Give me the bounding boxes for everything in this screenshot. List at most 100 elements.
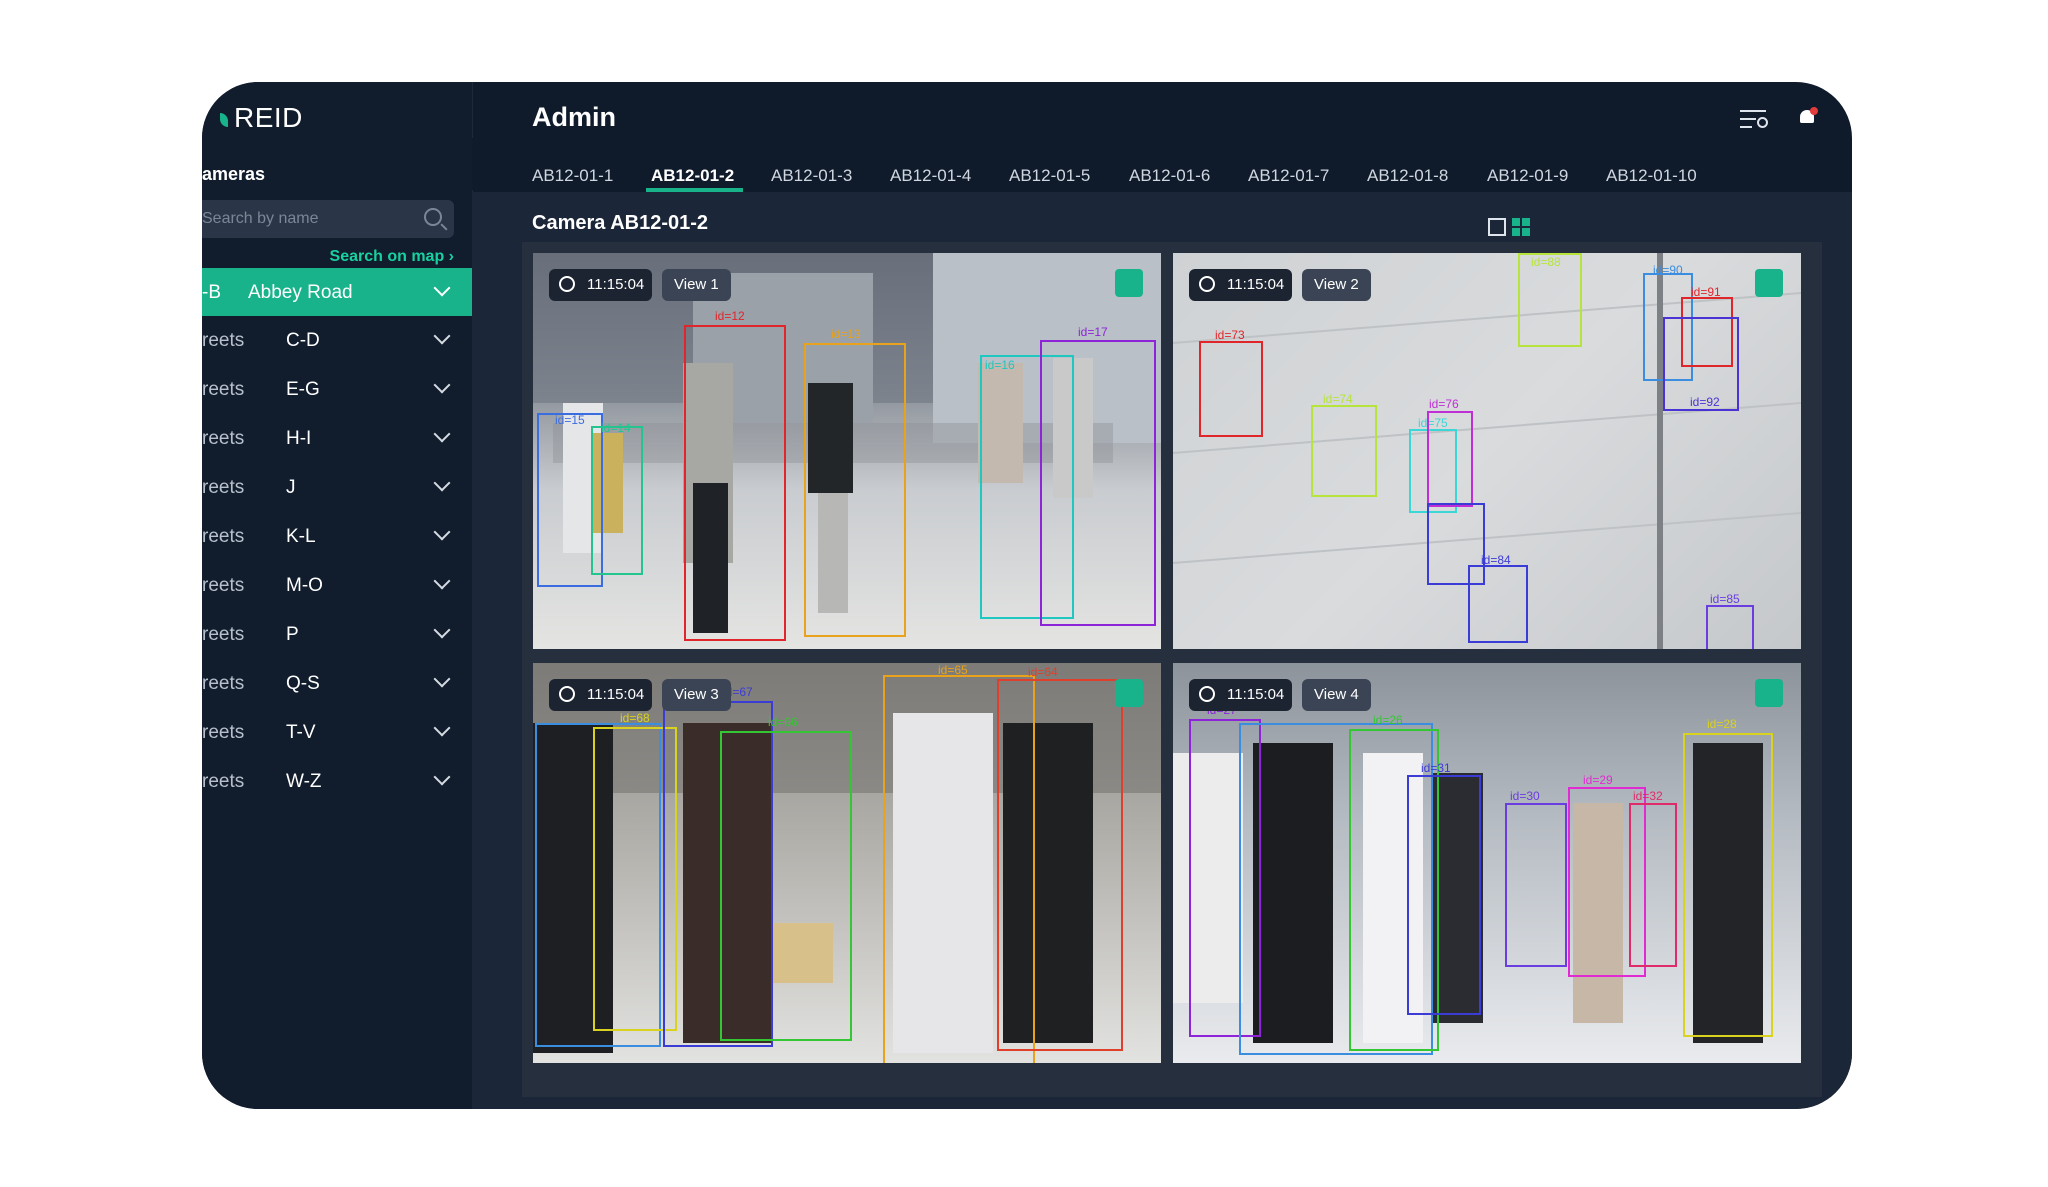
search-on-map-link[interactable]: Search on map › (330, 248, 454, 266)
bbox-label: id=84 (1481, 553, 1511, 567)
tab-ab12-01-9[interactable]: AB12-01-9 (1487, 166, 1568, 186)
expand-icon[interactable] (1488, 218, 1506, 236)
sidebar-item-p[interactable]: reets P (202, 610, 472, 658)
bbox-label: id=15 (555, 413, 585, 427)
chevron-down-icon[interactable] (433, 327, 451, 345)
region-name: E-G (286, 379, 320, 400)
tab-ab12-01-10[interactable]: AB12-01-10 (1606, 166, 1697, 186)
share-icon[interactable] (1755, 269, 1783, 297)
camera-view-1[interactable]: id=12 id=13 id=16 id=17 id=15 id=14 11:1… (533, 253, 1161, 649)
region-name: K-L (286, 526, 316, 547)
sidebar-item-w-z[interactable]: reets W-Z (202, 757, 472, 805)
chevron-down-icon[interactable] (433, 474, 451, 492)
bbox-label: id=90 (1653, 263, 1683, 277)
chevron-right-icon: › (448, 248, 454, 265)
logo: REID (220, 102, 303, 134)
camera-title: Camera AB12-01-2 (532, 212, 709, 234)
timestamp: 11:15:04 (1189, 269, 1293, 301)
region-name: J (286, 477, 296, 498)
notification-dot (1810, 107, 1818, 115)
region-prefix: reets (202, 575, 245, 596)
share-icon[interactable] (1115, 269, 1143, 297)
tab-ab12-01-4[interactable]: AB12-01-4 (890, 166, 971, 186)
region-prefix: reets (202, 379, 245, 400)
bbox-label: id=14 (601, 421, 631, 435)
bbox-id-85 (1706, 605, 1754, 649)
bbox-label: id=91 (1691, 285, 1721, 299)
chevron-down-icon[interactable] (433, 523, 451, 541)
region-prefix: reets (202, 673, 245, 694)
chevron-down-icon[interactable] (433, 572, 451, 590)
bbox-id-13 (804, 343, 906, 637)
bbox-label: id=26 (1373, 713, 1403, 727)
camera-view-3[interactable]: id=68 id=67 id=66 id=65 id=64 11:15:04 V… (533, 663, 1161, 1063)
bbox-label: id=32 (1633, 789, 1663, 803)
filter-menu-icon[interactable] (1740, 108, 1768, 130)
timestamp: 11:15:04 (1189, 679, 1293, 711)
bbox-label: id=66 (768, 715, 798, 729)
view-label: View 1 (662, 269, 731, 301)
bbox-label: id=73 (1215, 328, 1245, 342)
tab-ab12-01-1[interactable]: AB12-01-1 (532, 166, 613, 186)
sidebar-item-q-s[interactable]: reets Q-S (202, 659, 472, 707)
bbox-id-30 (1505, 803, 1567, 967)
chevron-down-icon[interactable] (433, 719, 451, 737)
region-prefix: reets (202, 722, 245, 743)
tab-ab12-01-6[interactable]: AB12-01-6 (1129, 166, 1210, 186)
camera-tabs: AB12-01-1 AB12-01-2 AB12-01-3 AB12-01-4 … (472, 138, 1852, 190)
chevron-down-icon[interactable] (433, 670, 451, 688)
chevron-down-icon[interactable] (433, 425, 451, 443)
tab-ab12-01-2[interactable]: AB12-01-2 (651, 166, 734, 186)
page-title: Admin (532, 102, 616, 132)
camera-views-panel: id=12 id=13 id=16 id=17 id=15 id=14 11:1… (522, 242, 1822, 1097)
region-prefix: reets (202, 526, 245, 547)
bbox-label: id=88 (1531, 255, 1561, 269)
region-name: C-D (286, 330, 320, 351)
bbox-label: id=17 (1078, 325, 1108, 339)
timestamp: 11:15:04 (549, 269, 653, 301)
sidebar-item-e-g[interactable]: reets E-G (202, 365, 472, 413)
bbox-label: id=85 (1710, 592, 1740, 606)
sidebar-item-c-d[interactable]: reets C-D (202, 316, 472, 364)
camera-view-4[interactable]: id=27 id=26 id=31 id=30 id=29 id=32 id=2… (1173, 663, 1801, 1063)
sidebar-item-t-v[interactable]: reets T-V (202, 708, 472, 756)
bbox-label: id=74 (1323, 392, 1353, 406)
bbox-label: id=30 (1510, 789, 1540, 803)
chevron-down-icon[interactable] (433, 376, 451, 394)
search-icon[interactable] (424, 208, 442, 226)
bbox-id-17 (1040, 340, 1156, 626)
bbox-label: id=68 (620, 711, 650, 725)
tab-ab12-01-3[interactable]: AB12-01-3 (771, 166, 852, 186)
tab-ab12-01-5[interactable]: AB12-01-5 (1009, 166, 1090, 186)
bbox-label: id=92 (1690, 395, 1720, 409)
grid-view-icon[interactable] (1512, 218, 1530, 236)
sidebar-item-k-l[interactable]: reets K-L (202, 512, 472, 560)
sidebar-item-j[interactable]: reets J (202, 463, 472, 511)
chevron-down-icon[interactable] (433, 279, 451, 297)
main-content: Camera AB12-01-2 id=12 id=13 id=16 id=17… (472, 192, 1852, 1109)
map-link-label: Search on map (329, 248, 445, 265)
chevron-down-icon[interactable] (433, 768, 451, 786)
camera-view-2[interactable]: id=73 id=74 id=75 id=76 id=84 id=85 id=8… (1173, 253, 1801, 649)
bbox-id-74 (1311, 405, 1377, 497)
bbox-id-84 (1468, 565, 1528, 643)
chevron-down-icon[interactable] (433, 621, 451, 639)
app-name: REID (234, 102, 303, 133)
tab-ab12-01-8[interactable]: AB12-01-8 (1367, 166, 1448, 186)
leaf-icon (220, 112, 228, 127)
bell-icon[interactable] (1798, 107, 1818, 128)
share-icon[interactable] (1115, 679, 1143, 707)
app-window: REID ameras Search on map › -B Abbey Road… (202, 82, 1852, 1109)
bbox-label: id=29 (1583, 773, 1613, 787)
tab-ab12-01-7[interactable]: AB12-01-7 (1248, 166, 1329, 186)
bbox-id-64 (997, 679, 1123, 1051)
sidebar-title: ameras (202, 164, 266, 184)
search-input[interactable] (202, 200, 424, 238)
sidebar-item-abbey-road[interactable]: -B Abbey Road (202, 268, 472, 316)
sidebar-item-h-i[interactable]: reets H-I (202, 414, 472, 462)
sidebar-item-m-o[interactable]: reets M-O (202, 561, 472, 609)
region-prefix: reets (202, 477, 245, 498)
share-icon[interactable] (1755, 679, 1783, 707)
bbox-label: id=76 (1429, 397, 1459, 411)
bbox-label: id=28 (1707, 717, 1737, 731)
